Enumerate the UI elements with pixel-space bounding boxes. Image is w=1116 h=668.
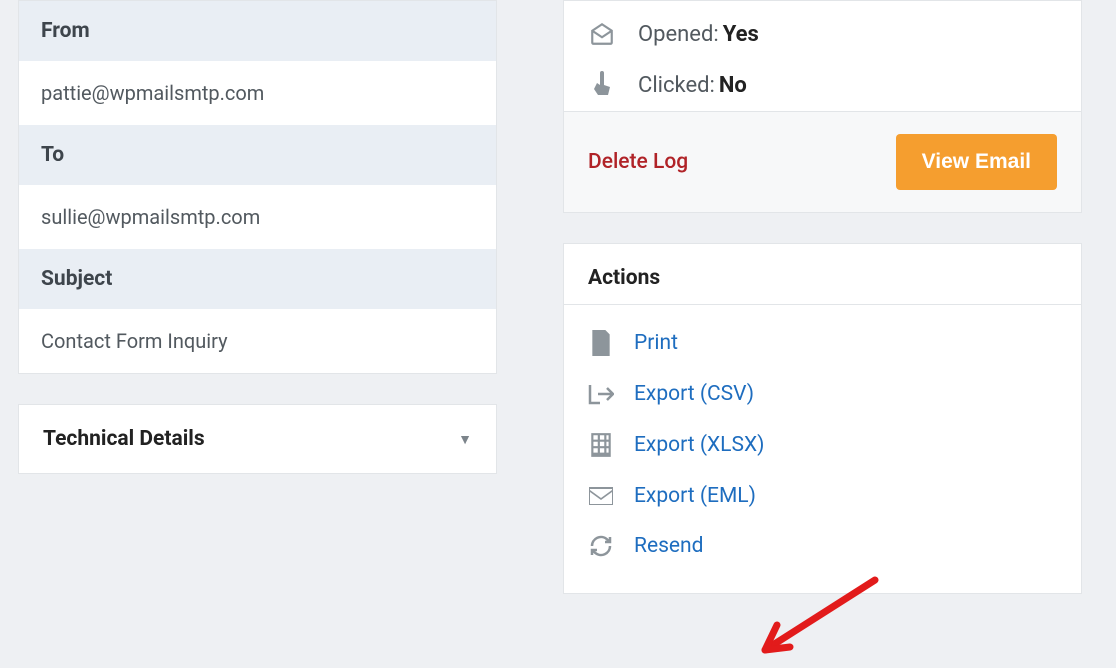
envelope-icon bbox=[588, 486, 614, 506]
clicked-label: Clicked: bbox=[638, 73, 715, 98]
opened-value: Yes bbox=[723, 22, 759, 47]
action-export-xlsx[interactable]: Export (XLSX) bbox=[586, 419, 1059, 471]
to-label: To bbox=[19, 125, 496, 185]
action-print[interactable]: Print bbox=[586, 317, 1059, 369]
from-value: pattie@wpmailsmtp.com bbox=[19, 61, 496, 125]
to-value: sullie@wpmailsmtp.com bbox=[19, 185, 496, 249]
print-link[interactable]: Print bbox=[634, 331, 678, 355]
status-panel: Opened: Yes Clicked: No Delete Log View … bbox=[563, 0, 1082, 213]
chevron-down-icon: ▼ bbox=[458, 431, 472, 448]
email-details-panel: From pattie@wpmailsmtp.com To sullie@wpm… bbox=[18, 0, 497, 374]
delete-log-link[interactable]: Delete Log bbox=[588, 150, 688, 174]
actions-panel: Actions Print Export (CSV) Export (XLSX) bbox=[563, 243, 1082, 594]
action-resend[interactable]: Resend bbox=[586, 521, 1059, 571]
export-arrow-icon bbox=[588, 383, 614, 405]
subject-label: Subject bbox=[19, 249, 496, 309]
export-csv-link[interactable]: Export (CSV) bbox=[634, 382, 754, 406]
spreadsheet-icon bbox=[588, 432, 614, 458]
opened-label: Opened: bbox=[638, 22, 719, 47]
technical-details-label: Technical Details bbox=[43, 427, 205, 451]
export-eml-link[interactable]: Export (EML) bbox=[634, 484, 756, 508]
envelope-open-icon bbox=[588, 21, 616, 47]
pointer-icon bbox=[588, 71, 616, 99]
clicked-value: No bbox=[719, 73, 747, 98]
resend-link[interactable]: Resend bbox=[634, 534, 704, 558]
technical-details-toggle[interactable]: Technical Details ▼ bbox=[18, 404, 497, 474]
subject-value: Contact Form Inquiry bbox=[19, 309, 496, 373]
document-icon bbox=[588, 330, 614, 356]
refresh-icon bbox=[588, 534, 614, 558]
opened-row: Opened: Yes bbox=[564, 9, 1081, 59]
action-export-csv[interactable]: Export (CSV) bbox=[586, 369, 1059, 419]
export-xlsx-link[interactable]: Export (XLSX) bbox=[634, 433, 764, 457]
view-email-button[interactable]: View Email bbox=[896, 134, 1057, 190]
clicked-row: Clicked: No bbox=[564, 59, 1081, 111]
action-export-eml[interactable]: Export (EML) bbox=[586, 471, 1059, 521]
from-label: From bbox=[19, 1, 496, 61]
actions-title: Actions bbox=[564, 244, 1081, 305]
